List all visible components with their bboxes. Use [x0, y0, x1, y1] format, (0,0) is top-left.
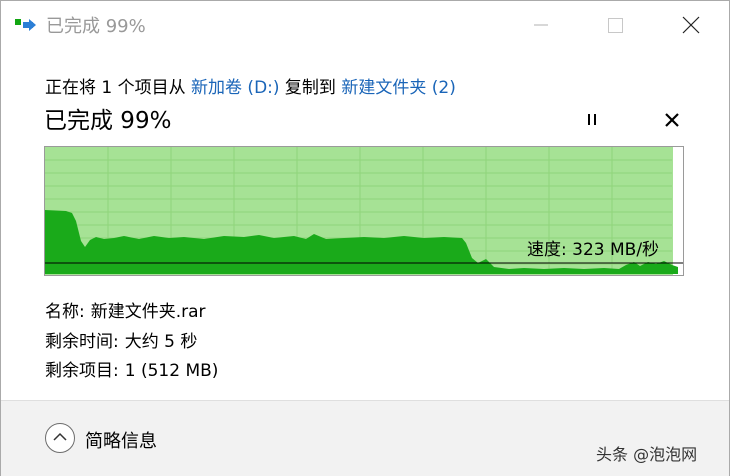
window-title: 已完成 99%	[46, 16, 146, 37]
pause-button[interactable]	[579, 105, 607, 133]
transfer-description: 正在将 1 个项目从 新加卷 (D:) 复制到 新建文件夹 (2)	[45, 73, 456, 98]
items-remaining-value: 1 (512 MB)	[124, 361, 219, 381]
time-remaining-label: 剩余时间:	[45, 332, 119, 352]
watermark: 头条 @泡泡网	[596, 445, 698, 464]
minimize-button[interactable]	[515, 1, 567, 47]
transfer-middle: 复制到	[279, 78, 342, 98]
close-button[interactable]	[665, 1, 717, 47]
title-bar[interactable]: 已完成 99%	[1, 1, 729, 47]
items-remaining-row: 剩余项目: 1 (512 MB)	[45, 356, 218, 381]
minimize-icon	[534, 24, 548, 26]
time-remaining-row: 剩余时间: 大约 5 秒	[45, 327, 197, 352]
dialog-content: 正在将 1 个项目从 新加卷 (D:) 复制到 新建文件夹 (2) 已完成 99…	[1, 47, 729, 401]
speed-label: 速度: 323 MB/秒	[527, 240, 660, 260]
maximize-button[interactable]	[589, 1, 641, 47]
cancel-icon	[665, 113, 679, 127]
source-link[interactable]: 新加卷 (D:)	[191, 78, 280, 98]
cancel-button[interactable]	[657, 105, 685, 133]
file-name-label: 名称:	[45, 302, 85, 322]
file-name-row: 名称: 新建文件夹.rar	[45, 297, 206, 322]
maximize-icon	[608, 18, 623, 33]
copy-progress-icon	[15, 16, 37, 32]
close-icon	[682, 16, 700, 34]
destination-link[interactable]: 新建文件夹 (2)	[341, 78, 455, 98]
time-remaining-value: 大约 5 秒	[124, 332, 198, 352]
items-remaining-label: 剩余项目:	[45, 361, 119, 381]
transfer-prefix: 正在将 1 个项目从	[45, 78, 192, 98]
copy-progress-dialog: 已完成 99% 正在将 1 个项目从 新加卷 (D:) 复制到 新建文件夹 (2…	[0, 0, 730, 476]
file-name-value: 新建文件夹.rar	[90, 302, 206, 322]
chevron-up-icon[interactable]	[45, 423, 75, 453]
progress-heading: 已完成 99%	[44, 108, 172, 134]
pause-icon	[588, 114, 596, 125]
fewer-details-label: 简略信息	[85, 431, 157, 452]
